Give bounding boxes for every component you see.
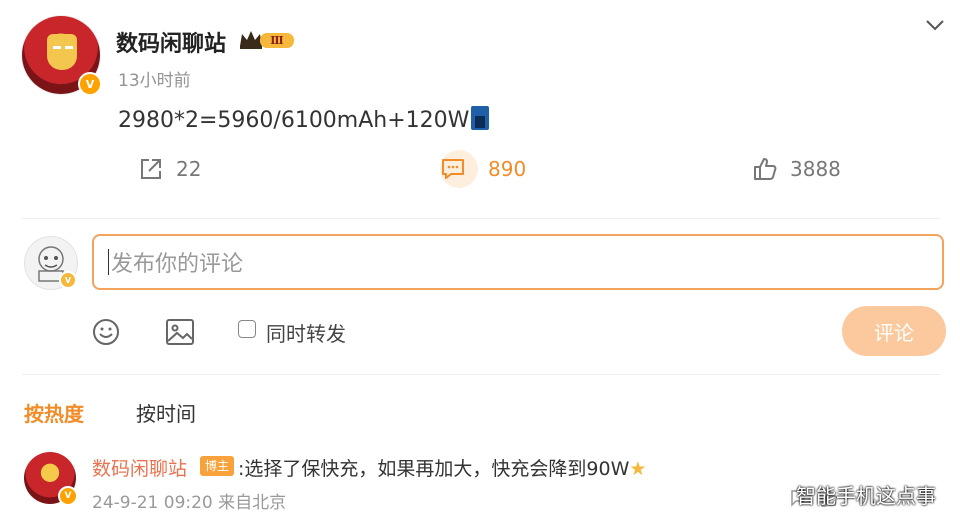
comment-author-avatar[interactable]: V bbox=[24, 452, 78, 506]
watermark: 智能手机这点事 bbox=[796, 484, 936, 508]
verified-badge-icon: V bbox=[78, 72, 102, 96]
author-avatar[interactable]: V bbox=[22, 16, 102, 96]
divider bbox=[22, 374, 940, 375]
repost-count: 22 bbox=[176, 157, 202, 181]
author-name[interactable]: 数码闲聊站 bbox=[116, 26, 226, 58]
share-icon bbox=[141, 159, 161, 179]
text-caret bbox=[108, 249, 109, 275]
comment-input[interactable]: 发布你的评论 bbox=[92, 234, 944, 290]
emoji-icon[interactable] bbox=[90, 316, 122, 348]
tab-sort-time[interactable]: 按时间 bbox=[136, 398, 196, 427]
repost-checkbox[interactable] bbox=[238, 320, 256, 338]
small-verified-icon: V bbox=[59, 271, 77, 289]
like-count: 3888 bbox=[790, 157, 841, 181]
repost-button[interactable]: 22 bbox=[138, 156, 201, 182]
crown-level-icon: Ⅲ bbox=[240, 31, 294, 49]
repost-checkbox-label[interactable]: 同时转发 bbox=[266, 318, 346, 347]
post-text: 2980*2=5960/6100mAh+120W bbox=[118, 108, 470, 133]
post-time: 13小时前 bbox=[118, 71, 191, 91]
comment-icon-bg bbox=[440, 150, 478, 188]
comment-icon bbox=[442, 159, 464, 179]
comment-meta: 24-9-21 09:20 来自北京 bbox=[92, 493, 287, 513]
comment-text: :选择了保快充，如果再加大，快充会降到90W★ bbox=[238, 454, 646, 481]
divider bbox=[22, 218, 940, 219]
avatar-eye-right bbox=[65, 46, 73, 49]
comment-count: 890 bbox=[488, 157, 527, 181]
like-button[interactable]: 3888 bbox=[752, 156, 841, 182]
comment-author-name[interactable]: 数码闲聊站 bbox=[92, 454, 187, 481]
thumbs-up-icon bbox=[754, 158, 777, 180]
comment-button[interactable]: 890 bbox=[440, 150, 526, 188]
chevron-down-icon[interactable] bbox=[924, 14, 946, 36]
comment-body: :选择了保快充，如果再加大，快充会降到90W bbox=[238, 458, 630, 480]
ironman-face bbox=[47, 34, 77, 70]
comment-placeholder: 发布你的评论 bbox=[111, 252, 244, 277]
crown-level-text: Ⅲ bbox=[270, 34, 283, 47]
blogger-tag-badge: 博主 bbox=[200, 456, 235, 476]
submit-comment-button[interactable]: 评论 bbox=[842, 306, 946, 356]
battery-icon bbox=[471, 106, 490, 130]
post-content: 2980*2=5960/6100mAh+120W bbox=[118, 106, 490, 133]
verified-badge-icon: V bbox=[58, 486, 78, 506]
current-user-avatar[interactable]: V bbox=[24, 236, 78, 290]
avatar-eye-left bbox=[53, 46, 61, 49]
tab-sort-hot[interactable]: 按热度 bbox=[24, 398, 84, 427]
emoji-face-icon: ★ bbox=[629, 458, 647, 480]
image-icon[interactable] bbox=[164, 316, 196, 348]
